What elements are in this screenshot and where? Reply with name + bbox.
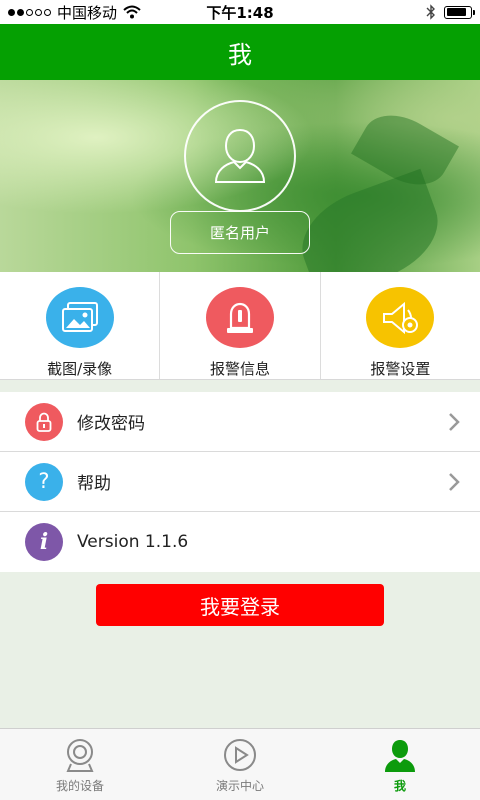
battery-icon	[444, 5, 475, 19]
page-title: 我	[228, 40, 252, 69]
chevron-right-icon	[449, 413, 460, 431]
status-right	[426, 4, 475, 20]
user-silhouette-icon	[214, 128, 266, 183]
tab-label: 演示中心	[215, 779, 264, 793]
gallery-icon	[45, 287, 114, 348]
quick-actions: 截图/录像 报警信息 报警设置	[0, 272, 480, 380]
tile-alarm-settings[interactable]: 报警设置	[321, 272, 480, 379]
avatar[interactable]	[184, 100, 296, 212]
leaf-decoration	[288, 168, 452, 272]
tile-alarm-info[interactable]: 报警信息	[160, 272, 321, 379]
profile-banner: 匿名用户	[0, 80, 480, 272]
alarm-light-icon	[205, 287, 274, 348]
menu-item-change-password[interactable]: 修改密码	[0, 392, 480, 452]
login-button[interactable]: 我要登录	[96, 584, 384, 626]
tile-label: 报警设置	[370, 360, 431, 378]
menu-item-help[interactable]: ? 帮助	[0, 452, 480, 512]
tab-me[interactable]: 我	[320, 729, 480, 800]
user-icon	[385, 740, 415, 772]
lock-icon	[25, 402, 63, 441]
tile-label: 报警信息	[209, 360, 270, 378]
menu-item-version: i Version 1.1.6	[0, 512, 480, 572]
page-header: 我	[0, 24, 480, 80]
tab-label: 我	[393, 779, 406, 793]
tile-label: 截图/录像	[47, 360, 113, 378]
status-left: 中国移动	[8, 2, 141, 23]
menu-item-label: 帮助	[77, 474, 111, 494]
signal-strength-icon	[8, 8, 51, 16]
battery-fill	[446, 8, 467, 16]
version-label: Version 1.1.6	[77, 532, 189, 552]
username-label: 匿名用户	[209, 224, 270, 242]
tab-label: 我的设备	[55, 779, 104, 793]
tab-demo-center[interactable]: 演示中心	[160, 729, 320, 800]
carrier-name: 中国移动	[57, 3, 118, 22]
play-icon	[224, 739, 256, 771]
info-icon: i	[25, 523, 63, 561]
bluetooth-icon	[426, 4, 435, 20]
wifi-icon	[123, 5, 141, 19]
status-bar: 中国移动 下午1:48	[0, 0, 480, 24]
alarm-settings-icon	[366, 287, 435, 348]
settings-list: 修改密码 ? 帮助 i Version 1.1.6	[0, 392, 480, 572]
question-icon: ?	[25, 462, 63, 501]
camera-icon	[66, 739, 94, 772]
tile-screenshots-recordings[interactable]: 截图/录像	[0, 272, 161, 379]
username-button[interactable]: 匿名用户	[170, 211, 310, 254]
chevron-right-icon	[449, 473, 460, 491]
tab-my-devices[interactable]: 我的设备	[0, 729, 160, 800]
menu-item-label: 修改密码	[77, 414, 145, 434]
bottom-tab-bar: 我的设备 演示中心 我	[0, 728, 480, 800]
